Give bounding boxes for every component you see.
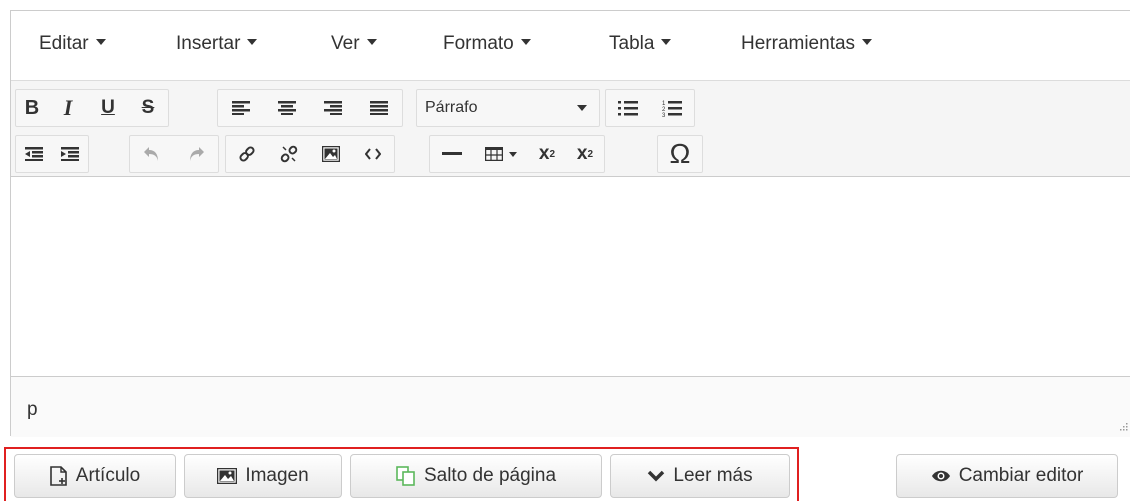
rich-text-editor: Editar Insertar Ver Formato Tabla Herram… <box>10 10 1130 437</box>
menu-insertar-label: Insertar <box>176 33 241 54</box>
align-justify-button[interactable] <box>356 90 402 126</box>
undo-icon <box>144 147 158 161</box>
article-button[interactable]: Artículo <box>14 454 176 498</box>
text-style-group: B I U S <box>15 89 169 127</box>
table-button[interactable] <box>474 136 528 172</box>
horizontal-rule-icon <box>442 152 462 155</box>
alignment-group <box>217 89 403 127</box>
toggle-editor-button[interactable]: Cambiar editor <box>896 454 1118 498</box>
eye-icon <box>931 469 951 483</box>
superscript-label: x <box>576 143 588 164</box>
align-justify-icon <box>370 101 388 115</box>
chevron-down-icon <box>577 105 587 111</box>
format-select-group: Párrafo <box>416 89 600 127</box>
unlink-button[interactable] <box>268 136 310 172</box>
statusbar: p <box>11 376 1130 437</box>
bullet-list-button[interactable] <box>606 90 650 126</box>
menu-herramientas-label: Herramientas <box>741 33 856 54</box>
read-more-button[interactable]: Leer más <box>610 454 790 498</box>
subscript-button[interactable]: x2 <box>528 136 566 172</box>
bullet-list-icon <box>618 101 638 116</box>
article-button-label: Artículo <box>75 465 141 486</box>
resize-handle-icon[interactable] <box>1118 423 1128 433</box>
outdent-button[interactable] <box>16 136 52 172</box>
outdent-icon <box>25 147 43 161</box>
page-break-button[interactable]: Salto de página <box>350 454 602 498</box>
numbered-list-icon: 123 <box>662 101 682 117</box>
link-button[interactable] <box>226 136 268 172</box>
special-character-button[interactable]: Ω <box>658 136 702 172</box>
copy-icon <box>396 466 416 486</box>
format-select[interactable]: Párrafo <box>417 90 599 126</box>
menu-editar-label: Editar <box>39 33 89 54</box>
chevron-down-icon <box>647 469 665 483</box>
code-icon <box>365 148 381 160</box>
menu-ver-label: Ver <box>331 33 360 54</box>
indent-button[interactable] <box>52 136 88 172</box>
chevron-down-icon <box>862 38 873 45</box>
toolbar: B I U S Párrafo 1 2 3 x 2 x 2 Ω <box>11 81 1130 177</box>
redo-icon <box>190 147 204 161</box>
toggle-editor-button-label: Cambiar editor <box>958 465 1084 486</box>
menu-tabla[interactable]: Tabla <box>609 33 672 55</box>
link-icon <box>239 146 255 162</box>
menubar: Editar Insertar Ver Formato Tabla Herram… <box>11 11 1130 81</box>
editor-content-area[interactable] <box>11 177 1130 376</box>
align-left-button[interactable] <box>218 90 264 126</box>
horizontal-rule-button[interactable] <box>430 136 474 172</box>
chevron-down-icon <box>661 38 672 45</box>
italic-button[interactable]: I <box>48 90 88 126</box>
indent-icon <box>61 147 79 161</box>
image-button-label: Imagen <box>245 465 309 486</box>
subscript-label: x <box>538 143 550 164</box>
page-break-button-label: Salto de página <box>423 465 557 486</box>
picture-icon <box>217 468 238 484</box>
chevron-down-icon <box>247 38 258 45</box>
table-icon <box>485 147 503 161</box>
format-select-value: Párrafo <box>425 99 478 116</box>
bold-button[interactable]: B <box>16 90 48 126</box>
image-button[interactable]: Imagen <box>184 454 342 498</box>
numbered-list-button[interactable]: 123 <box>650 90 694 126</box>
table-group: x2 x2 <box>429 135 605 173</box>
align-center-icon <box>278 101 296 115</box>
align-left-icon <box>232 101 250 115</box>
menu-insertar[interactable]: Insertar <box>176 33 258 55</box>
menu-formato-label: Formato <box>443 33 514 54</box>
unlink-icon <box>280 145 298 163</box>
chevron-down-icon <box>95 38 106 45</box>
code-button[interactable] <box>352 136 394 172</box>
history-group <box>129 135 219 173</box>
read-more-button-label: Leer más <box>673 465 753 486</box>
chevron-down-icon <box>509 151 517 157</box>
element-path[interactable]: p <box>27 399 38 421</box>
list-group: 123 <box>605 89 695 127</box>
menu-herramientas[interactable]: Herramientas <box>741 33 873 55</box>
menu-formato[interactable]: Formato <box>443 33 531 55</box>
image-icon <box>322 146 340 162</box>
align-center-button[interactable] <box>264 90 310 126</box>
align-right-button[interactable] <box>310 90 356 126</box>
undo-button[interactable] <box>130 136 174 172</box>
chevron-down-icon <box>366 38 377 45</box>
underline-button[interactable]: U <box>88 90 128 126</box>
insert-image-button[interactable] <box>310 136 352 172</box>
chevron-down-icon <box>520 38 531 45</box>
indent-group <box>15 135 89 173</box>
svg-text:3: 3 <box>662 113 666 117</box>
insert-group <box>225 135 395 173</box>
special-char-group: Ω <box>657 135 703 173</box>
menu-ver[interactable]: Ver <box>331 33 377 55</box>
file-add-icon <box>49 466 68 486</box>
strikethrough-button[interactable]: S <box>128 90 168 126</box>
menu-tabla-label: Tabla <box>609 33 655 54</box>
superscript-button[interactable]: x2 <box>566 136 604 172</box>
redo-button[interactable] <box>174 136 218 172</box>
menu-editar[interactable]: Editar <box>39 33 106 55</box>
align-right-icon <box>324 101 342 115</box>
